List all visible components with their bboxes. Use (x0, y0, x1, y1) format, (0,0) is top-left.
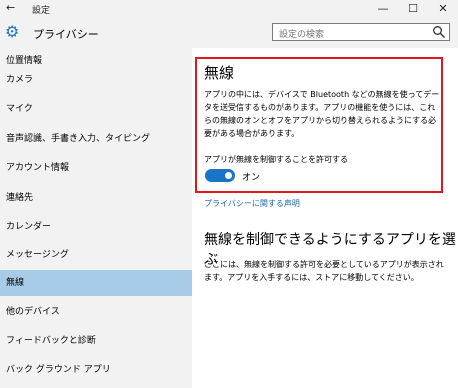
window-title: 設定 (32, 6, 51, 16)
sidebar-item-feedback[interactable]: フィードバックと診断 (0, 328, 192, 354)
toggle-state-label: オン (242, 173, 261, 183)
toggle-knob (225, 172, 232, 179)
sidebar-item-background-apps[interactable]: バック グラウンド アプリ (0, 357, 192, 383)
minimize-button[interactable]: — (368, 0, 398, 18)
radio-control-toggle[interactable] (205, 169, 235, 182)
section-description: アプリの中には、デバイスで Bluetooth などの無線を使ってデータを送受信… (204, 90, 440, 138)
search-input[interactable]: 設定の検索 (272, 23, 450, 41)
maximize-button[interactable]: ☐ (398, 0, 428, 18)
back-arrow-icon[interactable]: ← (6, 1, 15, 14)
page-header: ⚙ プライバシー 設定の検索 (0, 18, 458, 48)
section-title: 無線 (204, 64, 235, 82)
sidebar-item-other-devices[interactable]: 他のデバイス (0, 299, 192, 325)
main-content: 無線 アプリの中には、デバイスで Bluetooth などの無線を使ってデータを… (192, 48, 458, 388)
sidebar-item-camera[interactable]: カメラ (0, 67, 192, 93)
gear-icon: ⚙ (5, 22, 20, 41)
sidebar-item-contacts[interactable]: 連絡先 (0, 185, 192, 211)
privacy-statement-link[interactable]: プライバシーに関する声明 (204, 198, 300, 209)
sidebar-item-radios[interactable]: 無線 (0, 270, 192, 296)
close-button[interactable]: ✕ (428, 0, 458, 18)
choose-apps-description: ここには、無線を制御する許可を必要としているアプリが表示されます。アプリを入手す… (204, 260, 444, 282)
search-placeholder: 設定の検索 (279, 30, 325, 40)
sidebar-item-account-info[interactable]: アカウント情報 (0, 155, 192, 181)
sidebar: 位置情報 カメラ マイク 音声認識、手書き入力、タイピング アカウント情報 連絡… (0, 48, 192, 388)
page-title: プライバシー (33, 28, 99, 41)
sidebar-item-microphone[interactable]: マイク (0, 96, 192, 122)
title-bar: ← 設定 — ☐ ✕ (0, 0, 458, 18)
toggle-label: アプリが無線を制御することを許可する (204, 155, 348, 164)
search-icon[interactable] (432, 25, 446, 39)
sidebar-item-calendar[interactable]: カレンダー (0, 214, 192, 240)
sidebar-item-messaging[interactable]: メッセージング (0, 242, 192, 268)
sidebar-item-speech[interactable]: 音声認識、手書き入力、タイピング (0, 126, 192, 152)
